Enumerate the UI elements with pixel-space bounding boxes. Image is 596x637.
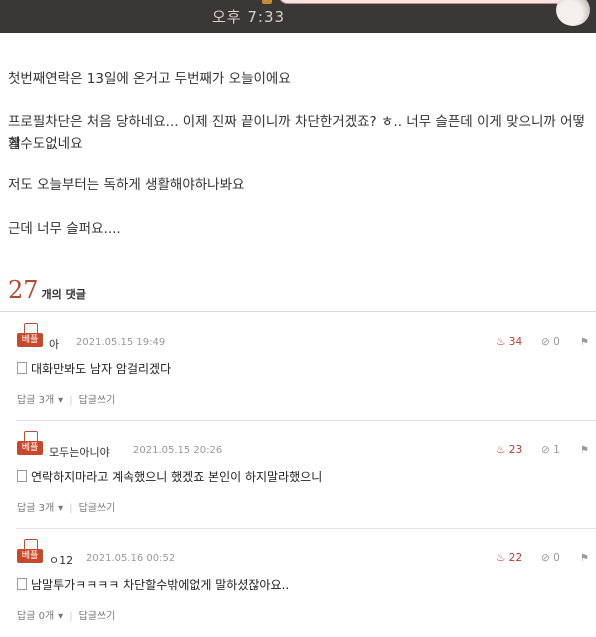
chevron-down-icon[interactable]: ▾ <box>58 611 63 622</box>
comment-user[interactable]: 모두는아니야 <box>49 444 110 460</box>
comment-text: 연락하지마라고 계속했으니 했겠죠 본인이 하지말라했으니 <box>17 468 322 485</box>
best-comment-badge: 베플 <box>17 539 43 565</box>
report-icon[interactable]: ⚑ <box>580 553 589 564</box>
comment-user[interactable]: ㅇ12 <box>49 552 73 568</box>
replies-bar: 답글 3개 ▾ | 답글쓰기 <box>17 391 115 406</box>
dislike-count: 1 <box>553 444 560 456</box>
dislike-button[interactable]: ⊘ 0 <box>541 336 560 348</box>
comment-user[interactable]: 아 <box>49 336 59 352</box>
comment-text: 대화만봐도 남자 암걸리겠다 <box>17 360 171 377</box>
comment-date: 2021.05.16 00:52 <box>86 553 176 564</box>
separator: | <box>69 395 73 406</box>
comment-text: 남말투가ㅋㅋㅋㅋ 차단할수밖에없게 말하셨잖아요.. <box>17 576 289 593</box>
report-icon[interactable]: ⚑ <box>580 445 589 456</box>
like-count: 34 <box>508 336 523 348</box>
like-count: 22 <box>508 552 523 564</box>
report-icon[interactable]: ⚑ <box>580 337 589 348</box>
post-line: 할수도없네요 <box>8 136 83 152</box>
like-button[interactable]: ♨ 34 <box>496 336 522 348</box>
like-button[interactable]: ♨ 23 <box>496 444 522 456</box>
separator: | <box>69 611 73 622</box>
post-line: 근데 너무 슬퍼요.... <box>8 221 121 237</box>
best-comment-badge: 베플 <box>17 431 43 457</box>
dislike-button[interactable]: ⊘ 1 <box>541 444 560 456</box>
dislike-button[interactable]: ⊘ 0 <box>541 552 560 564</box>
divider <box>0 311 596 312</box>
post-line: 저도 오늘부터는 독하게 생활해야하나봐요 <box>8 177 245 193</box>
comment-date: 2021.05.15 19:49 <box>76 337 166 348</box>
separator: | <box>69 503 73 514</box>
chat-bubble-fragment <box>278 0 570 4</box>
write-reply-link[interactable]: 답글쓰기 <box>79 611 116 622</box>
chat-screenshot-strip: 오후 7:33 <box>0 0 596 33</box>
reply-count-toggle[interactable]: 답글 3개 <box>17 395 54 406</box>
comment-count-number: 27 <box>8 276 39 304</box>
post-line: 첫번째연락은 13일에 온거고 두번째가 오늘이에요 <box>8 71 291 87</box>
comment-item: 베플 아 2021.05.15 19:49 ♨ 34 ⊘ 0 ⚑ 대화만봐도 남… <box>0 313 596 421</box>
like-count: 23 <box>508 444 523 456</box>
replies-bar: 답글 3개 ▾ | 답글쓰기 <box>17 499 115 514</box>
dislike-count: 0 <box>553 336 560 348</box>
document-icon <box>17 362 27 374</box>
best-comment-badge: 베플 <box>17 323 43 349</box>
dislike-count: 0 <box>553 552 560 564</box>
reply-count-toggle[interactable]: 답글 3개 <box>17 503 54 514</box>
document-icon <box>17 470 27 482</box>
chevron-down-icon[interactable]: ▾ <box>58 395 63 406</box>
comment-item: 베플 ㅇ12 2021.05.16 00:52 ♨ 22 ⊘ 0 ⚑ 남말투가ㅋ… <box>0 529 596 637</box>
like-button[interactable]: ♨ 22 <box>496 552 522 564</box>
comment-count-label: 개의 댓글 <box>41 288 86 301</box>
comment-count: 27 개의 댓글 <box>8 276 86 304</box>
write-reply-link[interactable]: 답글쓰기 <box>79 503 116 514</box>
write-reply-link[interactable]: 답글쓰기 <box>79 395 116 406</box>
message-time: 오후 7:33 <box>212 8 286 26</box>
chat-icon-fragment <box>262 0 272 4</box>
comment-item: 베플 모두는아니야 2021.05.15 20:26 ♨ 23 ⊘ 1 ⚑ 연락… <box>0 421 596 529</box>
document-icon <box>17 578 27 590</box>
replies-bar: 답글 0개 ▾ | 답글쓰기 <box>17 607 115 622</box>
reply-count-toggle[interactable]: 답글 0개 <box>17 611 54 622</box>
comment-date: 2021.05.15 20:26 <box>133 445 223 456</box>
profile-avatar <box>556 0 590 26</box>
chevron-down-icon[interactable]: ▾ <box>58 503 63 514</box>
